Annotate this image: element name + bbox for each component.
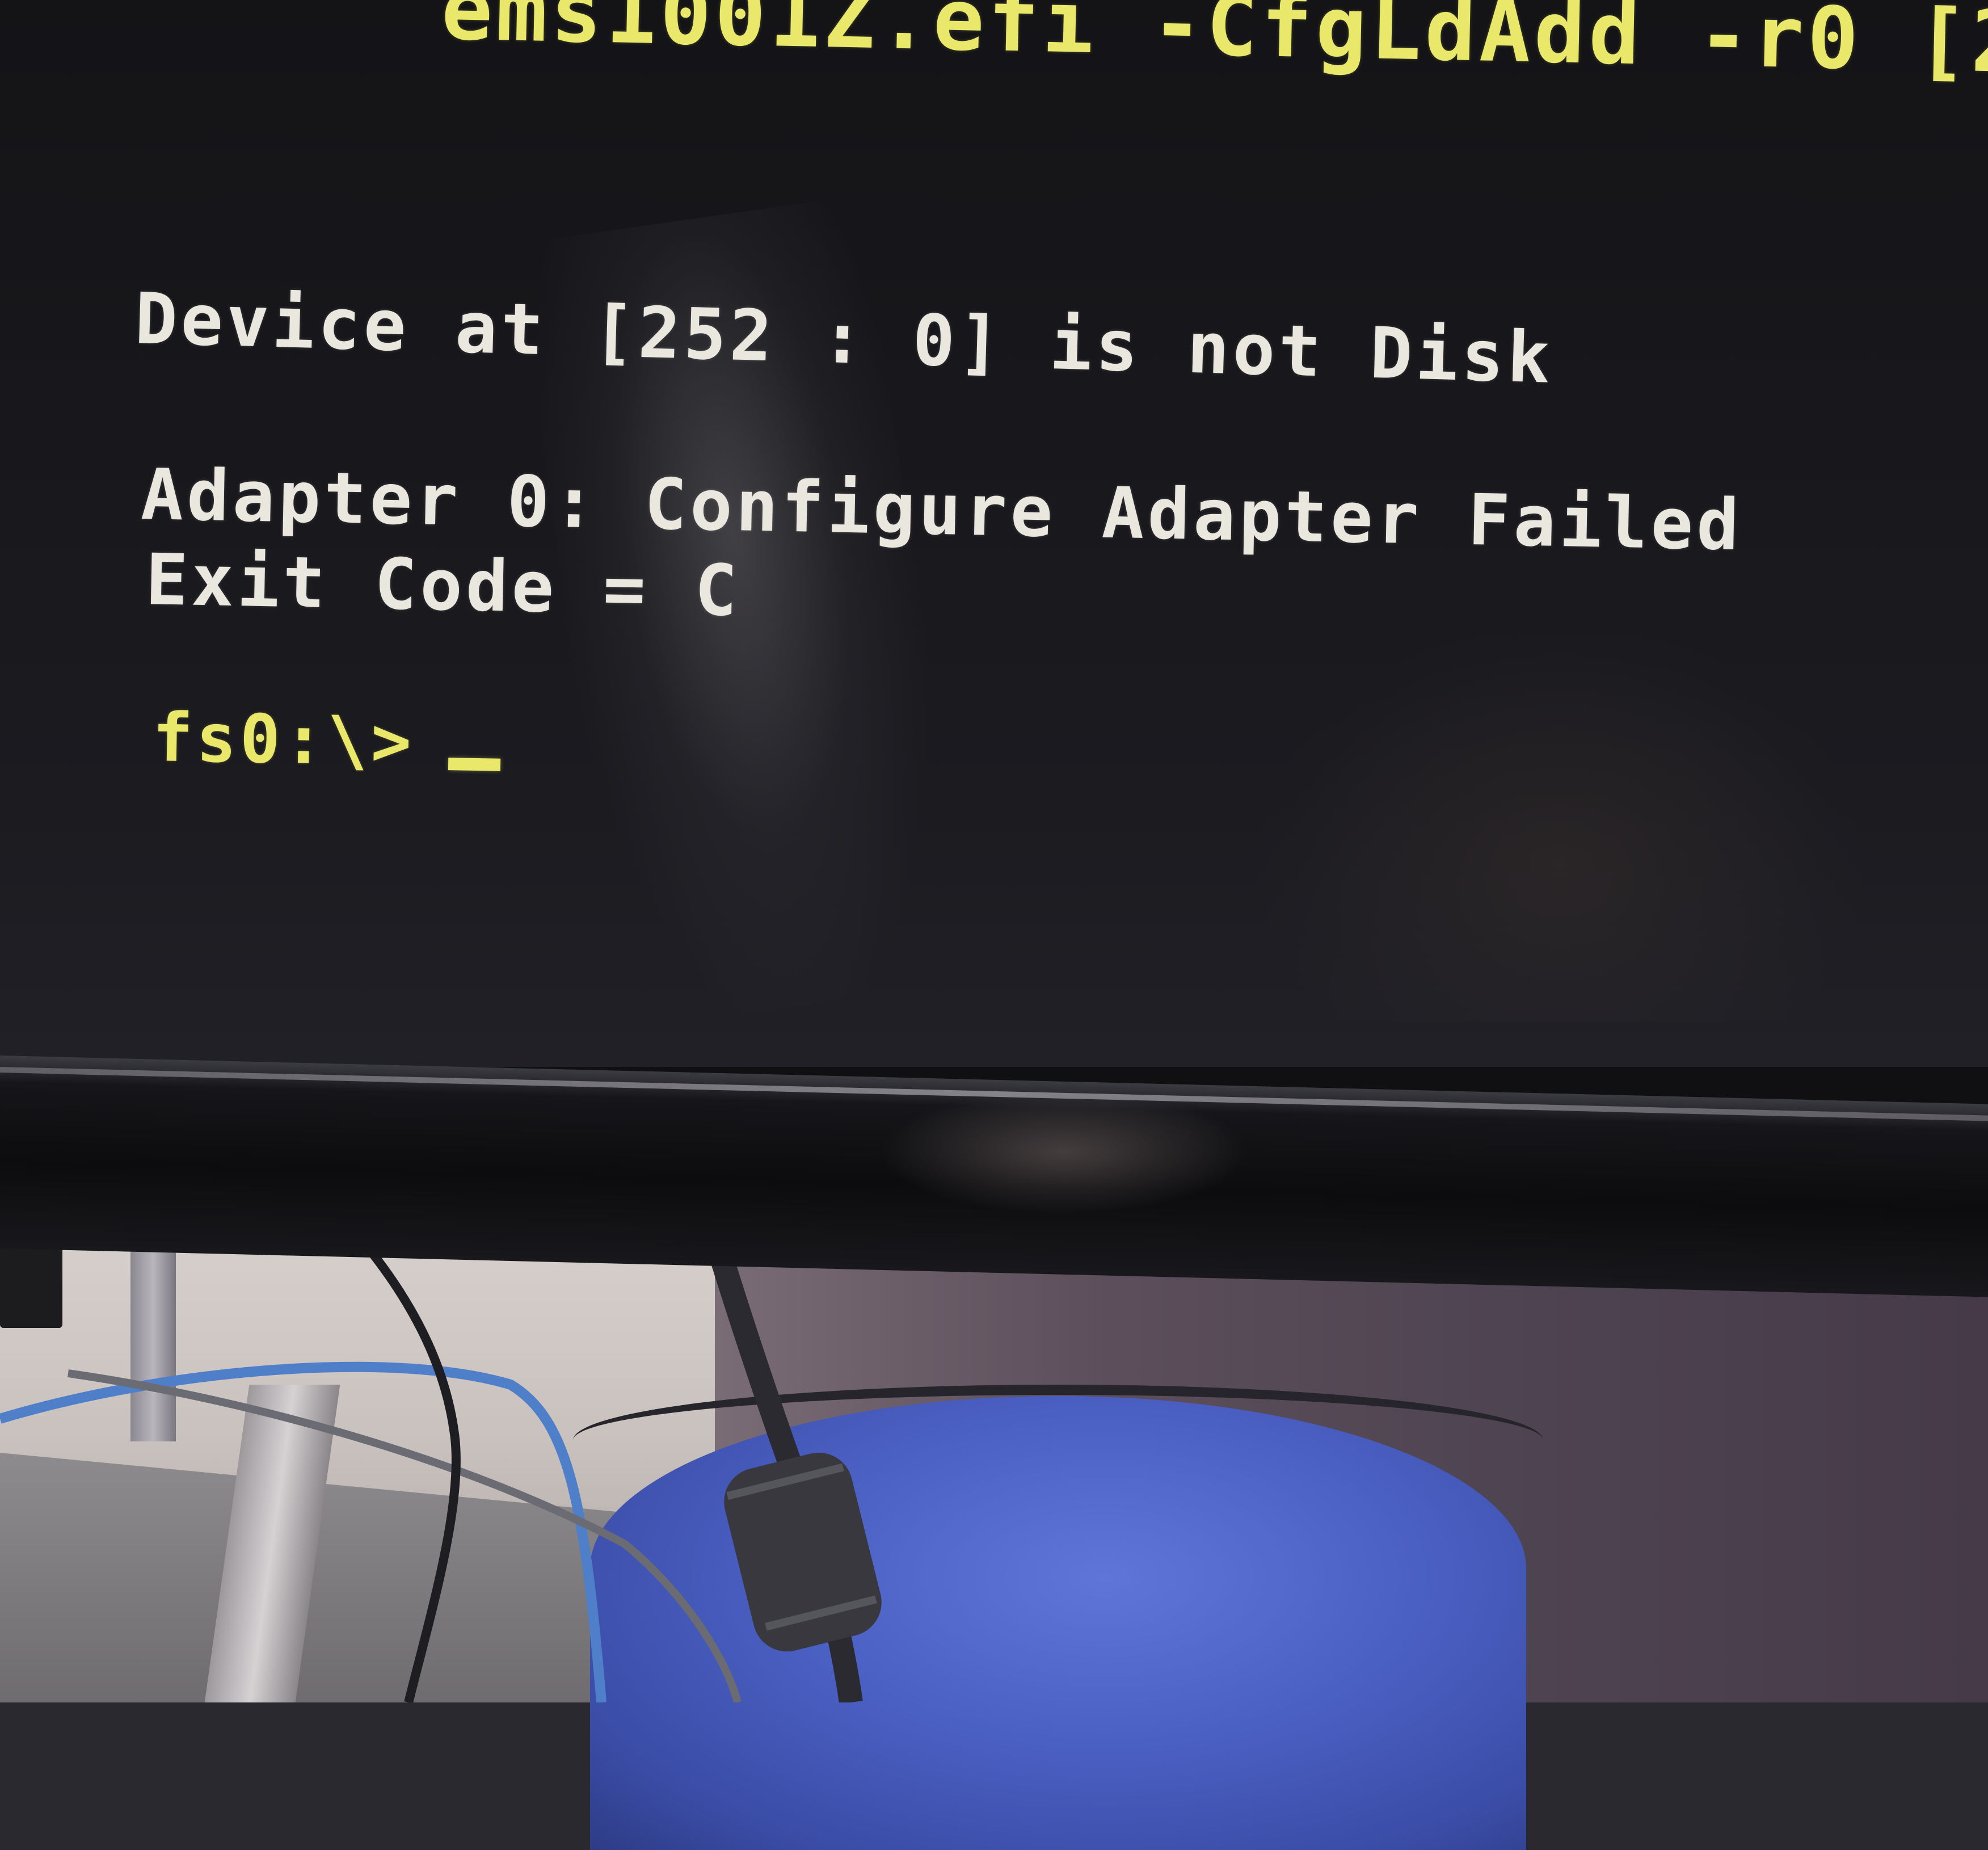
shell-prompt: fs0:\> (151, 698, 416, 781)
blue-network-cable (0, 1361, 606, 1702)
grey-cable (68, 1369, 742, 1702)
uefi-shell-screen: ems1001Z.efi -CfgLdAdd -r0 [252 Device a… (0, 0, 1988, 1067)
screen-reflection (1248, 624, 1872, 1021)
command-line: ems1001Z.efi -CfgLdAdd -r0 [252 (440, 0, 1988, 95)
block-cursor-icon[interactable] (448, 758, 501, 771)
shell-prompt-row[interactable]: fs0:\> (152, 698, 502, 783)
bezel-reflection (879, 1090, 1248, 1214)
exit-code-line: Exit Code = C (145, 539, 742, 633)
